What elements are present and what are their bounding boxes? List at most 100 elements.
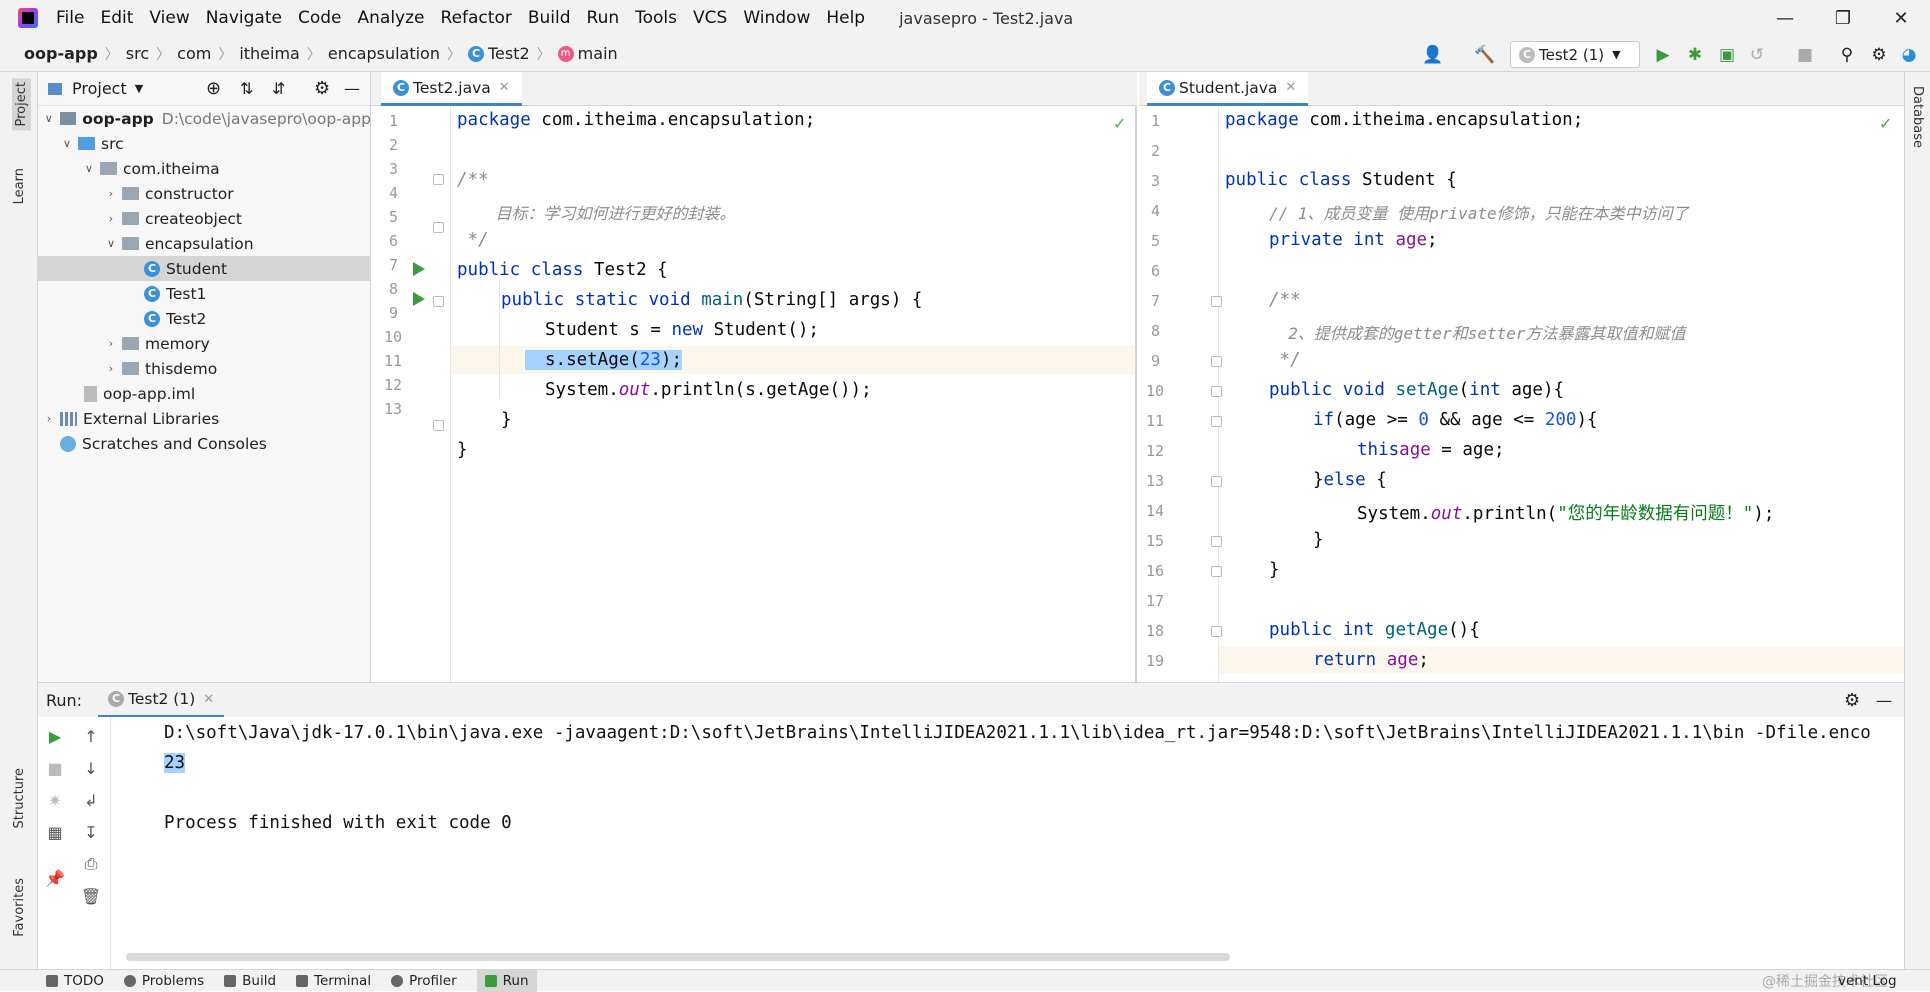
search-icon[interactable]: ⚲ (1836, 44, 1858, 66)
gear-icon[interactable]: ⚙ (1868, 44, 1890, 66)
fold-icon[interactable] (1211, 476, 1222, 487)
tree-node-constructor[interactable]: › constructor (38, 181, 371, 206)
tree-node-oop-app-iml[interactable]: oop-app.iml (38, 381, 371, 406)
tree-node-test1[interactable]: C Test1 (38, 281, 371, 306)
profile-icon[interactable]: ↺ (1746, 44, 1768, 66)
terminal-tool-button[interactable]: Terminal (296, 973, 371, 989)
print-icon[interactable]: ⎙ (80, 853, 102, 875)
right-editor[interactable]: 1 2 3 4 5 6 7 8 9 10 11 12 13 14 15 16 1… (1139, 106, 1904, 682)
console-line-output[interactable]: 23 (164, 753, 186, 773)
selected-code[interactable]: s.setAge(23); (525, 350, 682, 370)
fold-icon[interactable] (433, 420, 444, 431)
menu-code[interactable]: Code (290, 8, 350, 28)
menu-edit[interactable]: Edit (92, 8, 141, 28)
menu-analyze[interactable]: Analyze (350, 8, 433, 28)
restore-layout-icon[interactable]: ✷ (44, 789, 66, 811)
menu-help[interactable]: Help (818, 8, 873, 28)
database-tool-button[interactable]: Database (1910, 86, 1925, 148)
up-arrow-icon[interactable]: ↑ (80, 725, 102, 747)
stop-icon[interactable]: ■ (1794, 44, 1816, 66)
tree-node-encapsulation[interactable]: ∨ encapsulation (38, 231, 371, 256)
horizontal-scrollbar[interactable] (126, 953, 1230, 961)
tree-node-external-libraries[interactable]: › External Libraries (38, 406, 371, 431)
hide-icon[interactable]: — (1876, 691, 1892, 710)
breadcrumb-com[interactable]: com 〉 (177, 44, 239, 64)
menu-refactor[interactable]: Refactor (433, 8, 520, 28)
run-main-gutter-icon[interactable] (413, 292, 425, 306)
hide-icon[interactable]: — (344, 79, 360, 98)
fold-icon[interactable] (1211, 626, 1222, 637)
close-tab-icon[interactable]: ✕ (203, 692, 214, 707)
minimize-icon[interactable]: — (1760, 0, 1810, 36)
tree-node-scratches[interactable]: Scratches and Consoles (38, 431, 371, 456)
layout-icon[interactable]: ▦ (44, 821, 66, 843)
tree-node-student[interactable]: C Student (38, 256, 371, 281)
menu-vcs[interactable]: VCS (685, 8, 735, 28)
run-tab-test2[interactable]: C Test2 (1) ✕ (98, 683, 225, 718)
menu-window[interactable]: Window (735, 8, 818, 28)
gear-icon[interactable]: ⚙ (1844, 690, 1860, 711)
run-icon[interactable]: ▶ (1652, 44, 1674, 66)
breadcrumb-main[interactable]: m main (557, 44, 618, 63)
menu-tools[interactable]: Tools (627, 8, 685, 28)
run-class-gutter-icon[interactable] (413, 262, 425, 276)
tree-node-createobject[interactable]: › createobject (38, 206, 371, 231)
left-editor[interactable]: 1 2 3 4 5 6 7 8 9 10 11 12 13 ✓ package … (371, 106, 1137, 682)
favorites-tool-button[interactable]: Favorites (12, 878, 27, 937)
tab-test2-java[interactable]: C Test2.java ✕ (381, 72, 522, 106)
close-tab-icon[interactable]: ✕ (1285, 80, 1296, 95)
chevron-down-icon[interactable]: ▼ (135, 82, 143, 95)
rerun-icon[interactable]: ▶ (44, 725, 66, 747)
breadcrumb-test2[interactable]: C Test2 〉 (467, 44, 558, 64)
problems-tool-button[interactable]: Problems (123, 973, 204, 989)
breadcrumb-src[interactable]: src 〉 (126, 44, 177, 64)
tree-node-test2[interactable]: C Test2 (38, 306, 371, 331)
menu-view[interactable]: View (141, 8, 197, 28)
debug-icon[interactable]: ✱ (1684, 44, 1706, 66)
expand-all-icon[interactable]: ⇅ (240, 79, 253, 98)
gear-icon[interactable]: ⚙ (314, 78, 330, 99)
locate-icon[interactable]: ⊕ (206, 78, 221, 99)
trash-icon[interactable]: 🗑 (80, 885, 102, 907)
stop-icon[interactable]: ■ (44, 757, 66, 779)
build-hammer-icon[interactable]: 🔨 (1474, 44, 1496, 66)
pin-icon[interactable]: 📌 (44, 867, 66, 889)
collapse-all-icon[interactable]: ⇵ (272, 79, 285, 98)
user-icon[interactable]: 👤 (1422, 44, 1444, 66)
project-tool-button[interactable]: Project (12, 78, 31, 131)
restore-icon[interactable]: ❐ (1818, 0, 1868, 36)
tree-node-oop-app[interactable]: ∨ oop-app D:\code\javasepro\oop-app (38, 106, 371, 131)
profiler-tool-button[interactable]: Profiler (391, 973, 457, 989)
scroll-to-end-icon[interactable]: ↧ (80, 821, 102, 843)
fold-icon[interactable] (1211, 296, 1222, 307)
soft-wrap-icon[interactable]: ↲ (80, 789, 102, 811)
run-config-select[interactable]: C Test2 (1) ▼ (1510, 41, 1640, 68)
close-icon[interactable]: ✕ (1876, 0, 1926, 36)
fold-icon[interactable] (1211, 566, 1222, 577)
fold-icon[interactable] (1211, 536, 1222, 547)
breadcrumb-oop-app[interactable]: oop-app 〉 (24, 44, 126, 64)
tab-student-java[interactable]: C Student.java ✕ (1147, 72, 1309, 106)
down-arrow-icon[interactable]: ↓ (80, 757, 102, 779)
fold-icon[interactable] (433, 296, 444, 307)
project-title[interactable]: Project (72, 79, 127, 98)
fold-icon[interactable] (1211, 416, 1222, 427)
tree-node-com-itheima[interactable]: ∨ com.itheima (38, 156, 371, 181)
coverage-icon[interactable]: ▣ (1716, 44, 1738, 66)
todo-tool-button[interactable]: TODO (46, 973, 104, 989)
event-log-button[interactable]: vent Log (1838, 973, 1897, 989)
close-tab-icon[interactable]: ✕ (499, 80, 510, 95)
breadcrumb-itheima[interactable]: itheima 〉 (239, 44, 328, 64)
tree-node-memory[interactable]: › memory (38, 331, 371, 356)
breadcrumb-encapsulation[interactable]: encapsulation 〉 (328, 44, 468, 64)
fold-icon[interactable] (433, 222, 444, 233)
learn-tool-button[interactable]: Learn (12, 168, 27, 204)
menu-run[interactable]: Run (579, 8, 628, 28)
structure-tool-button[interactable]: Structure (12, 768, 27, 828)
build-tool-button[interactable]: Build (224, 973, 276, 989)
tree-node-src[interactable]: ∨ src (38, 131, 371, 156)
fold-icon[interactable] (1211, 386, 1222, 397)
fold-icon[interactable] (433, 174, 444, 185)
tree-node-thisdemo[interactable]: › thisdemo (38, 356, 371, 381)
menu-file[interactable]: File (48, 8, 92, 28)
